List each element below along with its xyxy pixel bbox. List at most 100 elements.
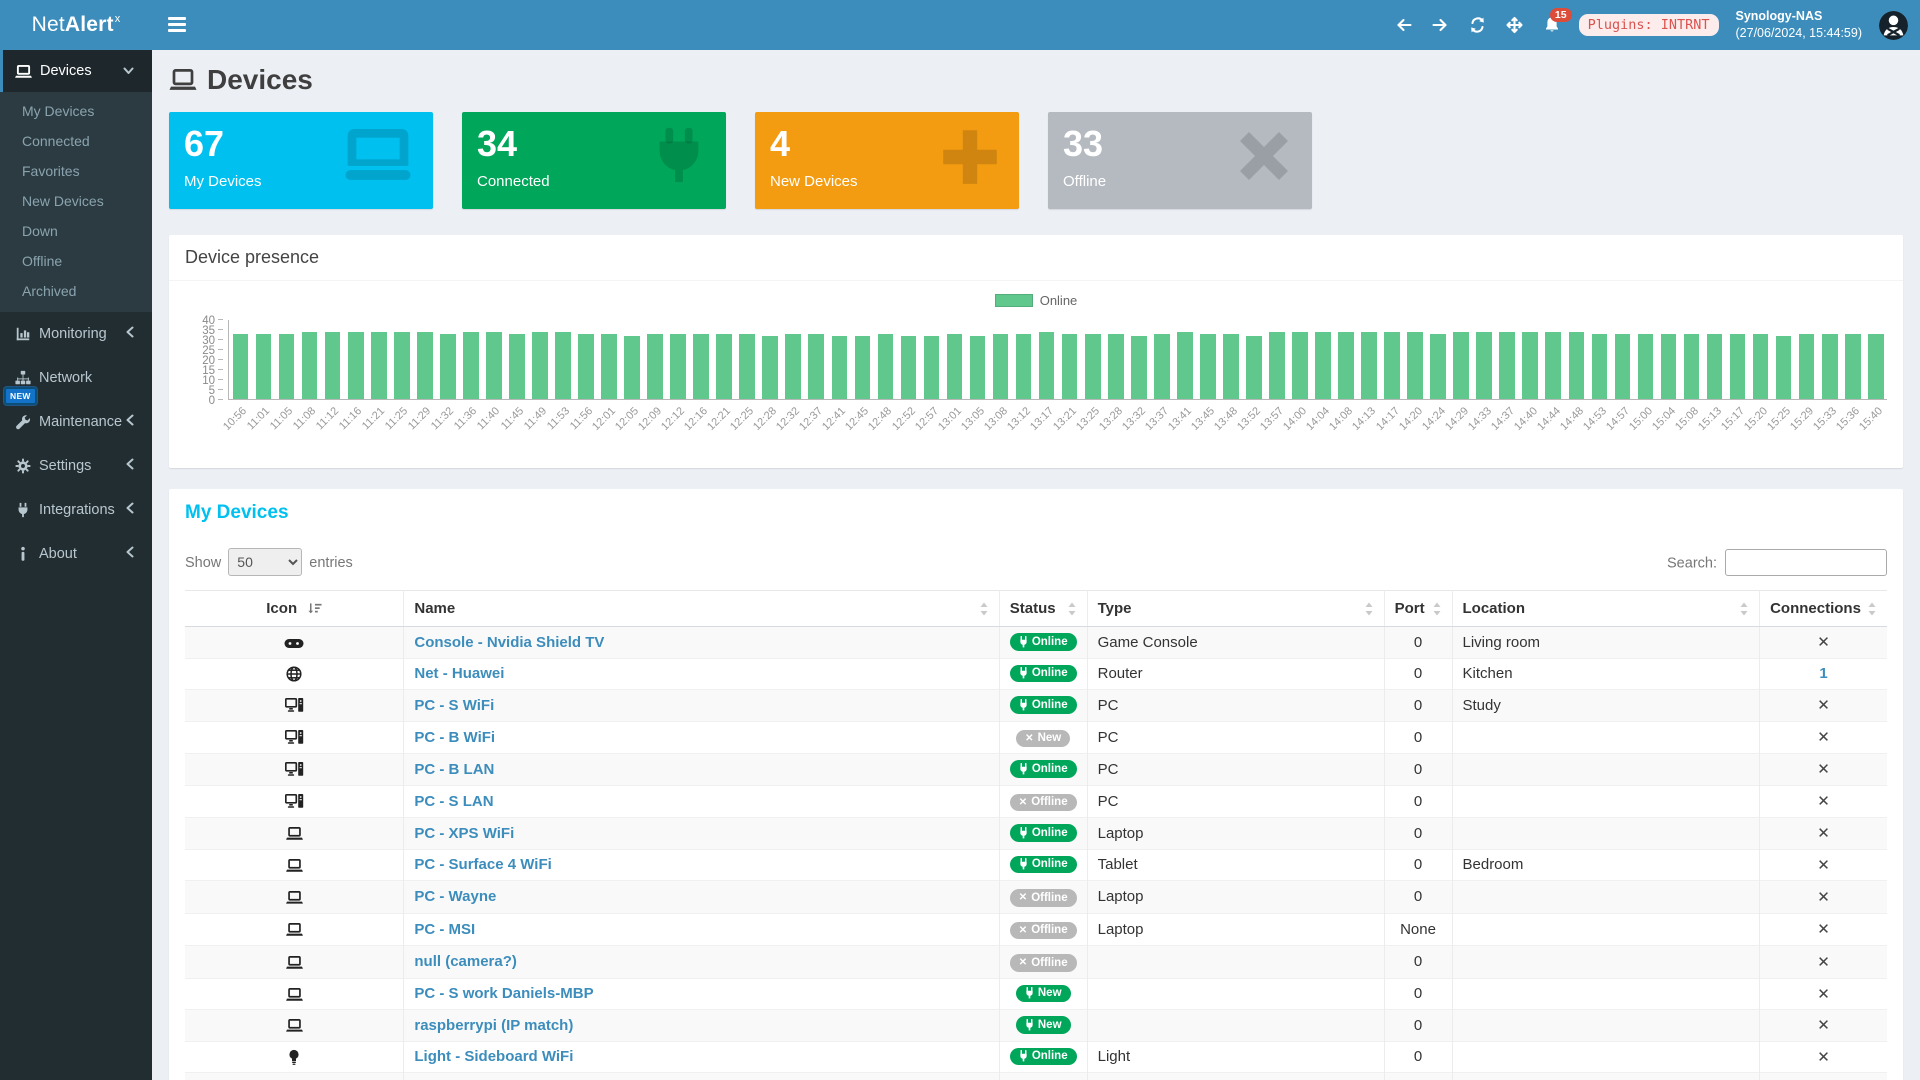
- column-header-port[interactable]: Port: [1384, 591, 1452, 627]
- chart-bar: [851, 320, 874, 399]
- sort-amount-icon: [307, 602, 322, 616]
- table-row: null (camera?)✕Offline0✕: [185, 946, 1887, 979]
- chart-x-tick: 11:53: [551, 400, 574, 456]
- device-port: 0: [1384, 1073, 1452, 1080]
- sidebar-toggle-button[interactable]: [166, 14, 188, 36]
- column-header-location[interactable]: Location: [1452, 591, 1760, 627]
- sidebar-item-label: Monitoring: [39, 326, 126, 342]
- connections-link[interactable]: 1: [1819, 665, 1827, 682]
- device-name-link[interactable]: PC - Wayne: [414, 888, 496, 905]
- sidebar-item-connected[interactable]: Connected: [0, 126, 152, 156]
- chart-bar: [1196, 320, 1219, 399]
- forward-arrow-icon[interactable]: [1431, 15, 1451, 35]
- device-port: 0: [1384, 690, 1452, 722]
- move-icon[interactable]: [1505, 15, 1525, 35]
- device-name-link[interactable]: PC - S work Daniels-MBP: [414, 985, 593, 1002]
- sidebar-item-settings[interactable]: Settings: [0, 444, 152, 488]
- sidebar-item-my-devices[interactable]: My Devices: [0, 96, 152, 126]
- chart-x-tick: 10:56: [228, 400, 251, 456]
- stat-card-offline[interactable]: 33 Offline: [1048, 112, 1312, 209]
- chart-bar: [1772, 320, 1795, 399]
- stat-cards-row: 67 My Devices 34 Connected 4 New Devices: [169, 112, 1903, 209]
- device-name-link[interactable]: Console - Nvidia Shield TV: [414, 634, 604, 651]
- sidebar-item-favorites[interactable]: Favorites: [0, 156, 152, 186]
- device-name-link[interactable]: Light - Sideboard WiFi: [414, 1048, 573, 1065]
- refresh-icon[interactable]: [1468, 15, 1488, 35]
- chart-x-tick: 11:25: [389, 400, 412, 456]
- column-header-status[interactable]: Status: [999, 591, 1087, 627]
- device-type: Laptop: [1087, 881, 1384, 914]
- chart-bar: [759, 320, 782, 399]
- page-size-select[interactable]: 50: [228, 548, 302, 576]
- plugins-status-badge[interactable]: Plugins: INTRNT: [1579, 14, 1719, 36]
- chart-bar: [1335, 320, 1358, 399]
- column-header-name[interactable]: Name: [404, 591, 999, 627]
- device-type: PC: [1087, 754, 1384, 786]
- sort-both-icon: [979, 602, 989, 616]
- column-header-type[interactable]: Type: [1087, 591, 1384, 627]
- device-name-link[interactable]: PC - Surface 4 WiFi: [414, 856, 551, 873]
- device-name-link[interactable]: PC - B WiFi: [414, 729, 495, 746]
- device-name-link[interactable]: PC - B LAN: [414, 761, 494, 778]
- bell-icon[interactable]: 15: [1542, 15, 1562, 35]
- stat-card-new-devices[interactable]: 4 New Devices: [755, 112, 1019, 209]
- stat-card-connected[interactable]: 34 Connected: [462, 112, 726, 209]
- sidebar-item-label: About: [39, 546, 126, 562]
- chart-bar: [505, 320, 528, 399]
- chart-bar: [1311, 320, 1334, 399]
- sidebar-item-about[interactable]: About: [0, 532, 152, 576]
- device-name-link[interactable]: PC - S LAN: [414, 793, 493, 810]
- table-row: PC - B WiFi✕NewPC0✕: [185, 721, 1887, 754]
- sidebar-item-archived[interactable]: Archived: [0, 276, 152, 306]
- chevron-left-icon: [126, 546, 142, 562]
- device-location: [1452, 881, 1760, 914]
- back-arrow-icon[interactable]: [1394, 15, 1414, 35]
- sidebar-item-integrations[interactable]: Integrations: [0, 488, 152, 532]
- chart-bar: [1703, 320, 1726, 399]
- device-name-link[interactable]: PC - XPS WiFi: [414, 825, 514, 842]
- chart-bar: [1634, 320, 1657, 399]
- user-avatar[interactable]: [1879, 11, 1908, 40]
- host-info: Synology-NAS (27/06/2024, 15:44:59): [1736, 8, 1863, 42]
- app-logo[interactable]: NetAlertx: [0, 0, 152, 50]
- device-name-link[interactable]: PC - S WiFi: [414, 697, 494, 714]
- chart-y-axis: 0510152025303540: [185, 320, 223, 400]
- x-icon: [1232, 124, 1296, 193]
- host-name: Synology-NAS: [1736, 8, 1863, 25]
- sidebar-item-new-devices[interactable]: New Devices: [0, 186, 152, 216]
- chart-icon: [15, 326, 31, 342]
- sidebar-item-maintenance[interactable]: Maintenance: [0, 400, 152, 444]
- column-header-icon[interactable]: Icon: [185, 591, 404, 627]
- sort-both-icon: [1867, 602, 1877, 616]
- chart-bar: [1726, 320, 1749, 399]
- sidebar-item-offline[interactable]: Offline: [0, 246, 152, 276]
- column-header-connections[interactable]: Connections: [1760, 591, 1887, 627]
- chart-x-tick: 11:45: [505, 400, 528, 456]
- device-location: [1452, 785, 1760, 818]
- chart-legend[interactable]: Online: [185, 293, 1887, 308]
- sidebar-item-down[interactable]: Down: [0, 216, 152, 246]
- chart-bar: [298, 320, 321, 399]
- device-port: 0: [1384, 658, 1452, 690]
- sidebar-item-devices[interactable]: Devices: [0, 50, 152, 92]
- device-name-link[interactable]: PC - MSI: [414, 921, 475, 938]
- device-name-link[interactable]: Net - Huawei: [414, 665, 504, 682]
- chart-bar: [344, 320, 367, 399]
- device-port: 0: [1384, 881, 1452, 914]
- sidebar-item-monitoring[interactable]: Monitoring: [0, 312, 152, 356]
- notification-count-badge[interactable]: 15: [1550, 8, 1572, 22]
- table-row: PC - B LANOnlinePC0✕: [185, 754, 1887, 786]
- search-control: Search:: [1667, 549, 1887, 576]
- no-connections-x: ✕: [1817, 1049, 1830, 1066]
- show-label: Show: [185, 555, 221, 571]
- chart-bar: [482, 320, 505, 399]
- device-name-link[interactable]: raspberrypi (IP match): [414, 1017, 573, 1034]
- status-badge: Online: [1010, 1048, 1077, 1066]
- chart-bar: [736, 320, 759, 399]
- search-input[interactable]: [1725, 549, 1887, 576]
- device-location: [1452, 754, 1760, 786]
- device-name-link[interactable]: null (camera?): [414, 953, 517, 970]
- status-badge: New: [1016, 985, 1071, 1003]
- stat-card-my-devices[interactable]: 67 My Devices: [169, 112, 433, 209]
- laptop-icon: [339, 124, 417, 191]
